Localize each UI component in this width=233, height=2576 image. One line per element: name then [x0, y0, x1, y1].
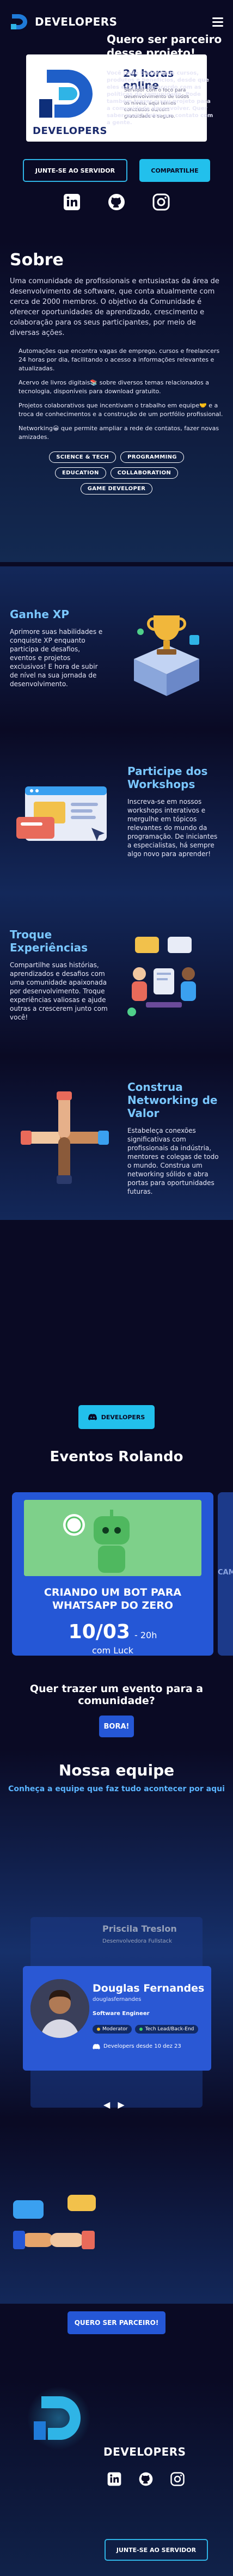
event-card-next-title: CÂMBIO — [218, 1568, 233, 1577]
feature-title: Ganhe XP — [10, 608, 69, 621]
developers-button[interactable]: DEVELOPERS — [78, 1405, 155, 1429]
partner-title: Quero ser parceiro desse projeto! — [107, 33, 222, 59]
event-date: 10/03 — [68, 1621, 130, 1643]
tag-list: SCIENCE & TECH PROGRAMMING EDUCATION COL… — [24, 451, 209, 495]
about-title: Sobre — [10, 251, 64, 270]
feature-title: Participe dos Workshops — [127, 765, 208, 791]
workshop-illustration-icon — [10, 757, 119, 866]
tag: COLLABORATION — [110, 467, 179, 479]
feature-text: Estabeleça conexões significativas com p… — [127, 1127, 219, 1195]
footer-logo-icon — [26, 2385, 91, 2451]
member-joined: Developers desde 10 dez 23 — [93, 2043, 181, 2049]
events-title: Eventos Rolando — [50, 1449, 183, 1465]
people-chat-illustration-icon — [108, 920, 217, 1029]
chevron-right-icon[interactable]: ▶ — [118, 2099, 124, 2110]
feature-networking: Construa Networking de Valor Estabeleça … — [0, 1057, 233, 1220]
github-icon[interactable] — [106, 192, 127, 212]
event-question: Quer trazer um evento para a comunidade? — [0, 1683, 233, 1707]
feature-workshops: Participe dos Workshops Inscreva-se em n… — [0, 730, 233, 893]
about-lead: Uma comunidade de profissionais e entusi… — [10, 277, 219, 337]
partner-text: Você pode trazer seus cursos, produtos e… — [107, 70, 213, 126]
hamburger-icon[interactable] — [212, 17, 223, 27]
instagram-icon[interactable] — [170, 2471, 185, 2489]
tag: EDUCATION — [54, 467, 106, 479]
tag: PROGRAMMING — [120, 451, 184, 463]
team-card-back[interactable]: Priscila Treslon Desenvolvedora Fullstac… — [30, 1917, 203, 1971]
tag: SCIENCE & TECH — [49, 451, 116, 463]
event-image — [24, 1500, 201, 1576]
event-time: - 20h — [134, 1630, 157, 1640]
team-carousel-nav: ◀ ▶ — [103, 2099, 125, 2110]
member-badges: Moderator Tech Lead/Back-End — [93, 2025, 199, 2034]
feature-title: Construa Networking de Valor — [127, 1081, 218, 1120]
feature-xp: Ganhe XP Aprimore suas habilidades e con… — [0, 566, 233, 730]
footer-join-button[interactable]: JUNTE-SE AO SERVIDOR — [105, 2539, 208, 2561]
badge-moderator: Moderator — [93, 2025, 132, 2034]
team-back-role: Desenvolvedora Fullstack — [102, 1938, 172, 1944]
about-list: Automações que encontra vagas de emprego… — [10, 347, 223, 442]
brand-name[interactable]: DEVELOPERS — [35, 15, 212, 28]
event-host: com Luck — [91, 1645, 134, 1656]
footer-social-links — [107, 2471, 185, 2489]
event-card[interactable]: CRIANDO UM BOT PARA WHATSAPP DO ZERO 10/… — [12, 1492, 213, 1656]
developers-cta: DEVELOPERS — [0, 1405, 233, 1429]
events-header: Eventos Rolando — [0, 1449, 233, 1465]
feature-text: Aprimore suas habilidades e conquiste XP… — [10, 628, 103, 688]
event-title: CRIANDO UM BOT PARA WHATSAPP DO ZERO — [44, 1586, 182, 1611]
linkedin-icon[interactable] — [107, 2471, 122, 2489]
hero-brand: DEVELOPERS — [33, 125, 107, 137]
team-card[interactable]: Douglas Fernandes douglasfernandes Softw… — [23, 1966, 211, 2071]
footer-brand: DEVELOPERS — [103, 2445, 186, 2458]
hero-logo-icon — [36, 65, 99, 125]
feature-text: Compartilhe suas histórias, aprendizados… — [10, 961, 108, 1021]
brand-logo-icon[interactable] — [10, 12, 30, 32]
discord-icon — [93, 2043, 100, 2049]
about-item: Acervo de livros digitais📚 sobre diverso… — [19, 379, 209, 395]
bora-button[interactable]: BORA! — [99, 1716, 134, 1737]
hero-buttons: JUNTE-SE AO SERVIDOR COMPARTILHE — [0, 159, 233, 182]
handshake-illustration-icon — [11, 2195, 103, 2271]
share-button[interactable]: COMPARTILHE — [139, 159, 210, 182]
feature-text: Inscreva-se em nossos workshops interati… — [127, 798, 218, 858]
avatar — [30, 1979, 89, 2038]
about-item: Projetos colaborativos que incentivam o … — [19, 402, 223, 418]
about-item: Networking😀 que permite ampliar a rede d… — [19, 425, 219, 441]
team-subtitle: Conheça a equipe que faz tudo acontecer … — [8, 1785, 225, 1793]
about-item: Automações que encontra vagas de emprego… — [19, 347, 220, 372]
github-icon[interactable] — [138, 2471, 154, 2489]
tag: GAME DEVELOPER — [80, 483, 153, 495]
about-section: Sobre Uma comunidade de profissionais e … — [0, 240, 233, 562]
hands-teamwork-illustration-icon — [10, 1084, 119, 1193]
member-handle: douglasfernandes — [93, 1997, 142, 2003]
event-question-cta: BORA! — [0, 1716, 233, 1737]
member-role: Software Engineer — [93, 2011, 150, 2017]
team-back-name: Priscila Treslon — [102, 1924, 177, 1934]
feature-title: Troque Experiências — [10, 928, 88, 954]
trophy-illustration-icon — [108, 594, 217, 703]
instagram-icon[interactable] — [151, 192, 171, 212]
discord-icon — [88, 1414, 97, 1420]
partner-button[interactable]: QUERO SER PARCEIRO! — [68, 2311, 165, 2334]
member-name: Douglas Fernandes — [93, 1982, 205, 1994]
social-links — [0, 192, 233, 212]
event-card-next[interactable]: CÂMBIO — [218, 1492, 233, 1656]
badge-tech-lead: Tech Lead/Back-End — [135, 2025, 199, 2034]
feature-exchange: Troque Experiências Compartilhe suas his… — [0, 893, 233, 1057]
team-title: Nossa equipe — [58, 1761, 175, 1779]
join-server-button[interactable]: JUNTE-SE AO SERVIDOR — [23, 159, 127, 182]
developers-button-label: DEVELOPERS — [101, 1413, 145, 1421]
event-question-title: Quer trazer um evento para a comunidade? — [29, 1683, 204, 1707]
chevron-left-icon[interactable]: ◀ — [103, 2099, 110, 2110]
linkedin-icon[interactable] — [62, 192, 82, 212]
